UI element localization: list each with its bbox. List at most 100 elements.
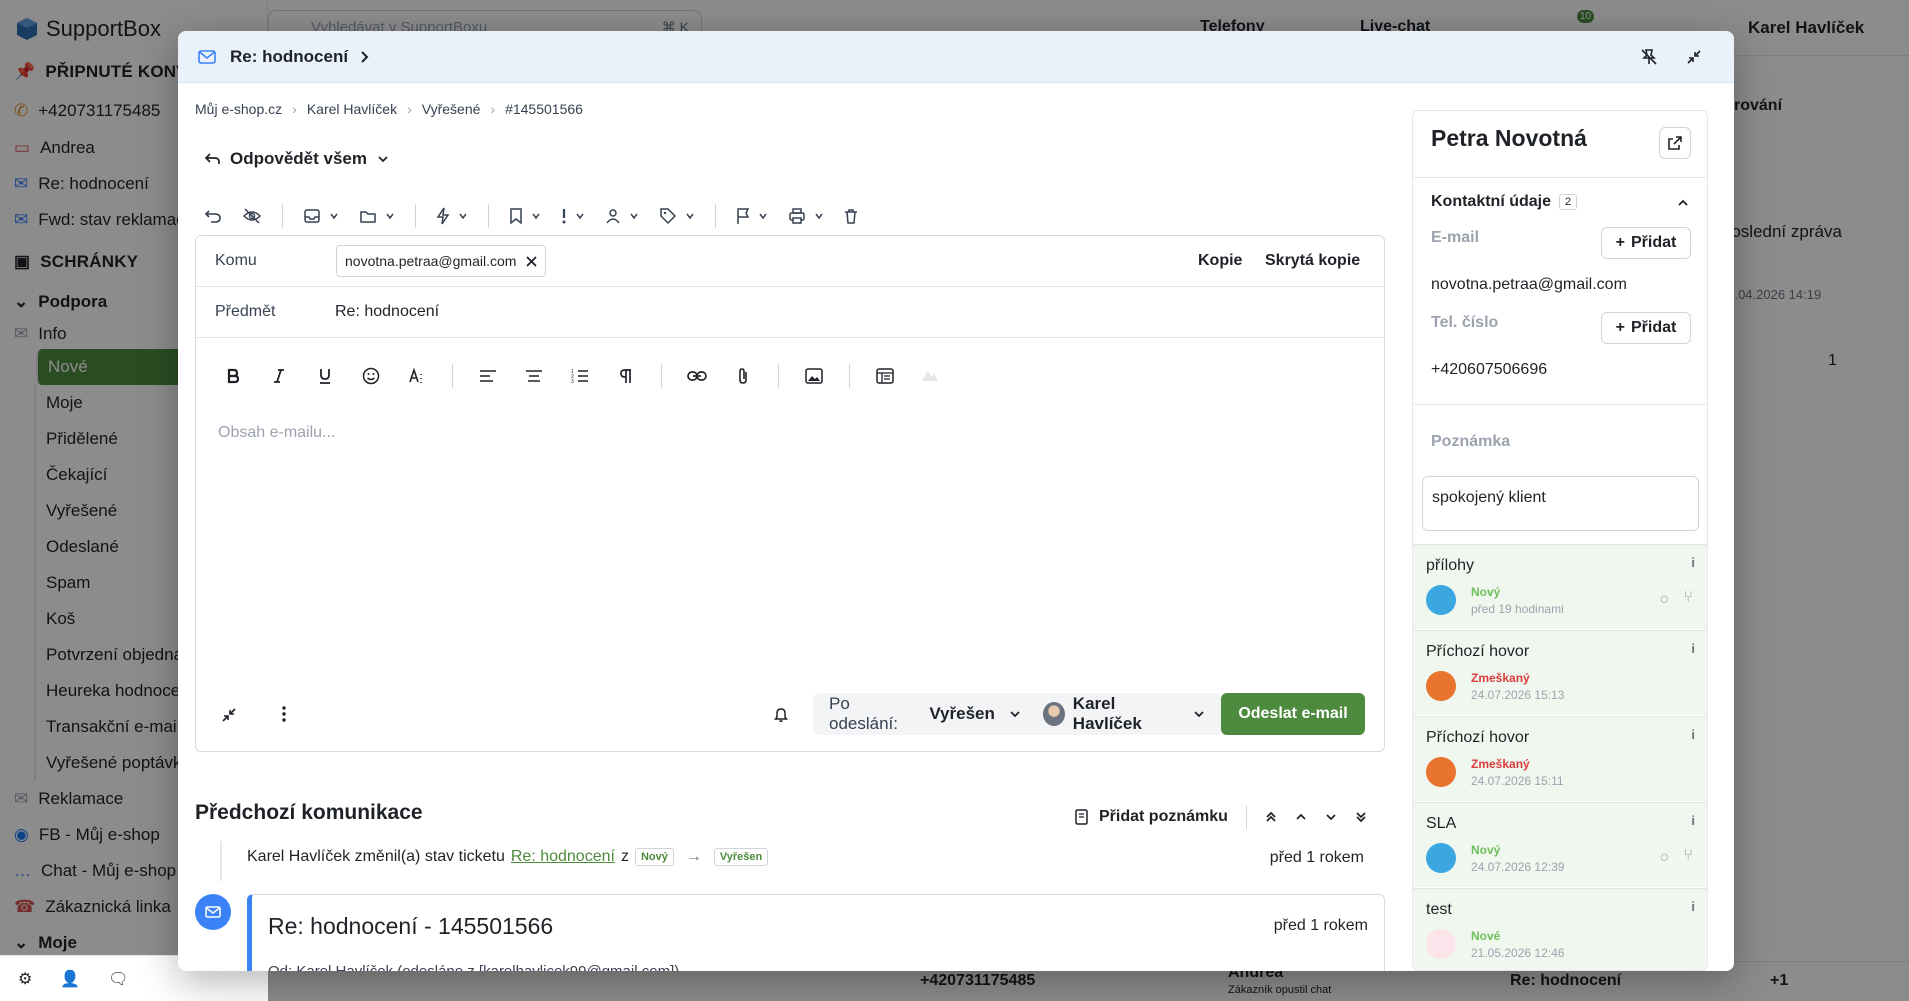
chat-ticket-icon (1426, 929, 1456, 959)
align-center-icon[interactable] (523, 365, 545, 387)
add-email-button[interactable]: + Přidat (1601, 227, 1691, 259)
format-separator (849, 364, 850, 388)
bold-icon[interactable] (222, 365, 244, 387)
email-body-input[interactable]: Obsah e-mailu... (218, 424, 335, 442)
breadcrumb-item[interactable]: Vyřešené (422, 101, 481, 117)
underline-icon[interactable] (314, 365, 336, 387)
emoji-icon[interactable] (360, 365, 382, 387)
info-icon[interactable]: i (1691, 727, 1695, 742)
close-icon[interactable] (526, 255, 538, 267)
contact-section-header[interactable]: Kontaktní údaje 2 (1431, 193, 1578, 211)
bcc-button[interactable]: Skrytá kopie (1265, 252, 1360, 270)
ticket-item[interactable]: test i Nové 21.05.2026 12:46 (1413, 888, 1707, 970)
ticket-time: 24.07.2026 15:11 (1471, 774, 1564, 788)
link-icon[interactable] (686, 365, 708, 387)
arrow-right-icon: → (685, 848, 702, 865)
breadcrumb-sep: › (490, 101, 496, 117)
ticket-item[interactable]: Příchozí hovor i Zmeškaný 24.07.2026 15:… (1413, 716, 1707, 801)
bookmark-icon[interactable] (509, 207, 541, 225)
gear-icon[interactable]: ⚙ (18, 969, 32, 989)
image-icon[interactable] (803, 365, 825, 387)
chevron-down-icon[interactable] (1009, 710, 1021, 718)
assignee-select[interactable]: Karel Havlíček (1073, 694, 1179, 734)
more-vertical-icon[interactable] (282, 706, 286, 722)
open-external-button[interactable] (1659, 127, 1691, 159)
plus-icon: + (1615, 319, 1625, 336)
merge-icon[interactable]: ⑂ (1683, 847, 1693, 865)
print-icon[interactable] (788, 208, 824, 224)
ticket-title: Příchozí hovor (1426, 729, 1530, 746)
collapse-icon[interactable] (221, 707, 237, 723)
unpin-icon[interactable] (1640, 48, 1658, 66)
eye-off-icon[interactable] (242, 208, 262, 224)
info-icon[interactable]: i (1691, 555, 1695, 570)
ticket-item[interactable]: Příchozí hovor i Zmeškaný 24.07.2026 15:… (1413, 630, 1707, 715)
flag-icon[interactable] (736, 207, 768, 225)
send-email-button[interactable]: Odeslat e-mail (1221, 693, 1365, 735)
phone-ticket-icon (1426, 757, 1456, 787)
mail-card[interactable]: Re: hodnocení - 145501566 před 1 rokem O… (247, 894, 1385, 971)
breadcrumb-sep: › (407, 101, 412, 117)
search-icon[interactable]: ○ (1659, 591, 1669, 609)
reply-mode-dropdown[interactable]: Odpovědět všem (204, 149, 389, 169)
attachment-icon[interactable] (732, 365, 754, 387)
align-left-icon[interactable] (477, 365, 499, 387)
info-icon[interactable]: i (1691, 899, 1695, 914)
lightning-icon[interactable] (436, 207, 468, 225)
contact-email[interactable]: novotna.petraa@gmail.com (1431, 276, 1627, 294)
message-icon[interactable]: 🗨 (108, 969, 128, 989)
toolbar-separator (488, 204, 489, 228)
to-row: Komu novotna.petraa@gmail.com Kopie Skry… (196, 236, 1384, 287)
chevron-down-icon[interactable] (1193, 710, 1205, 718)
status-from-word: z (620, 848, 629, 865)
ordered-list-icon[interactable]: 123 (569, 365, 591, 387)
breadcrumb-item[interactable]: #145501566 (505, 101, 583, 117)
email-label: E-mail (1431, 229, 1480, 246)
previous-communication-title: Předchozí komunikace (195, 801, 423, 824)
ticket-item[interactable]: přílohy i Nový před 19 hodinami ○ ⑂ (1413, 544, 1707, 629)
phone-ticket-icon (1426, 671, 1456, 701)
bell-icon[interactable] (774, 706, 788, 722)
add-note-button[interactable]: Přidat poznámku (1075, 808, 1228, 826)
folder-icon[interactable] (359, 208, 395, 224)
italic-icon[interactable] (268, 365, 290, 387)
user-icon[interactable]: 👤 (60, 969, 80, 989)
chevrons-up-icon[interactable] (1265, 811, 1277, 823)
font-size-icon[interactable] (406, 365, 428, 387)
template-icon[interactable] (874, 365, 896, 387)
toolbar-separator (715, 204, 716, 228)
tag-icon[interactable] (659, 207, 695, 225)
search-icon[interactable]: ○ (1659, 849, 1669, 867)
format-separator (452, 364, 453, 388)
status-change-text: Karel Havlíček změnil(a) stav ticketu (247, 848, 505, 865)
priority-icon[interactable] (561, 208, 585, 224)
add-phone-button[interactable]: + Přidat (1601, 312, 1691, 344)
note-field[interactable]: spokojený klient (1422, 476, 1699, 531)
paragraph-icon[interactable] (615, 365, 637, 387)
contact-phone[interactable]: +420607506696 (1431, 361, 1547, 379)
chevron-up-icon[interactable] (1295, 813, 1307, 821)
cc-button[interactable]: Kopie (1198, 252, 1242, 270)
ticket-link[interactable]: Re: hodnocení (511, 848, 615, 866)
contact-panel: Petra Novotná Kontaktní údaje 2 E-mail +… (1412, 110, 1708, 971)
contact-section-count: 2 (1559, 194, 1578, 210)
recipient-chip[interactable]: novotna.petraa@gmail.com (336, 245, 547, 277)
minimize-icon[interactable] (1686, 49, 1702, 65)
subject-label: Předmět (215, 303, 276, 320)
undo-icon[interactable] (204, 208, 222, 224)
subject-input[interactable]: Re: hodnocení (335, 303, 439, 321)
chevron-down-icon[interactable] (1325, 813, 1337, 821)
after-send-select[interactable]: Vyřešen (929, 704, 995, 724)
assign-user-icon[interactable] (605, 208, 639, 224)
chevrons-down-icon[interactable] (1355, 811, 1367, 823)
info-icon[interactable]: i (1691, 641, 1695, 656)
merge-icon[interactable]: ⑂ (1683, 589, 1693, 607)
breadcrumb-item[interactable]: Můj e-shop.cz (195, 101, 282, 117)
ticket-item[interactable]: SLA i Nový 24.07.2026 12:39 ○ ⑂ (1413, 802, 1707, 887)
info-icon[interactable]: i (1691, 813, 1695, 828)
chevron-right-icon[interactable] (360, 50, 370, 64)
inbox-move-icon[interactable] (303, 208, 339, 224)
chevron-up-icon[interactable] (1677, 199, 1689, 207)
breadcrumb-item[interactable]: Karel Havlíček (307, 101, 397, 117)
trash-icon[interactable] (844, 208, 858, 224)
